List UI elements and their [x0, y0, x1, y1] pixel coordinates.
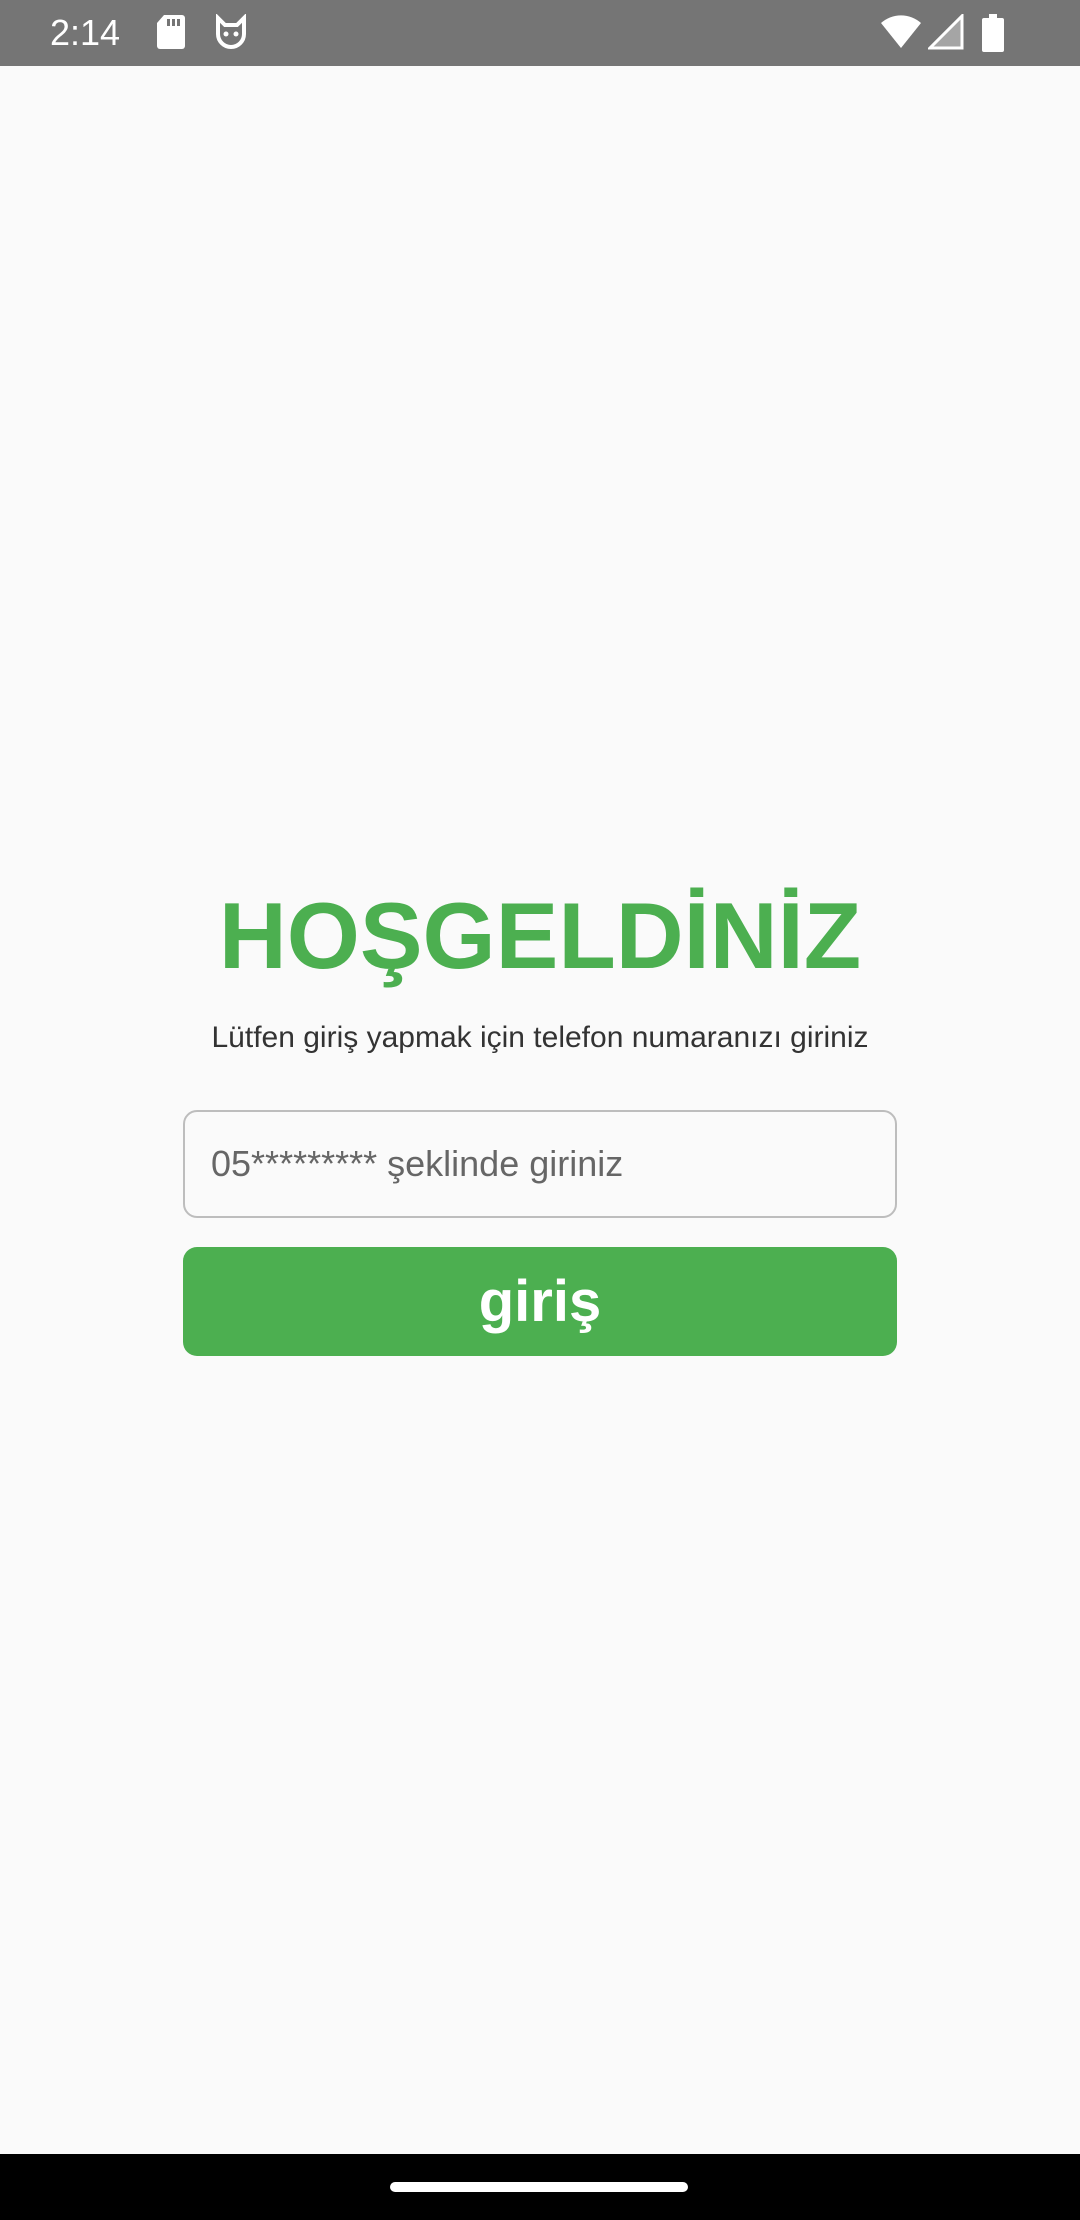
- login-button[interactable]: giriş: [183, 1247, 897, 1356]
- login-screen: HOŞGELDİNİZ Lütfen giriş yapmak için tel…: [0, 66, 1080, 2154]
- sd-card-icon: [157, 15, 185, 49]
- login-instructions: Lütfen giriş yapmak için telefon numaran…: [211, 1021, 869, 1054]
- status-bar: 2:14: [0, 0, 1080, 66]
- battery-icon: [982, 14, 1004, 52]
- wifi-icon: [881, 15, 921, 49]
- cat-icon: [216, 14, 246, 49]
- phone-number-input[interactable]: [183, 1110, 897, 1218]
- navigation-bar: [0, 2154, 1080, 2220]
- status-time: 2:14: [50, 12, 121, 53]
- welcome-title: HOŞGELDİNİZ: [218, 883, 862, 988]
- signal-icon: [928, 14, 964, 50]
- home-gesture-handle[interactable]: [390, 2182, 688, 2192]
